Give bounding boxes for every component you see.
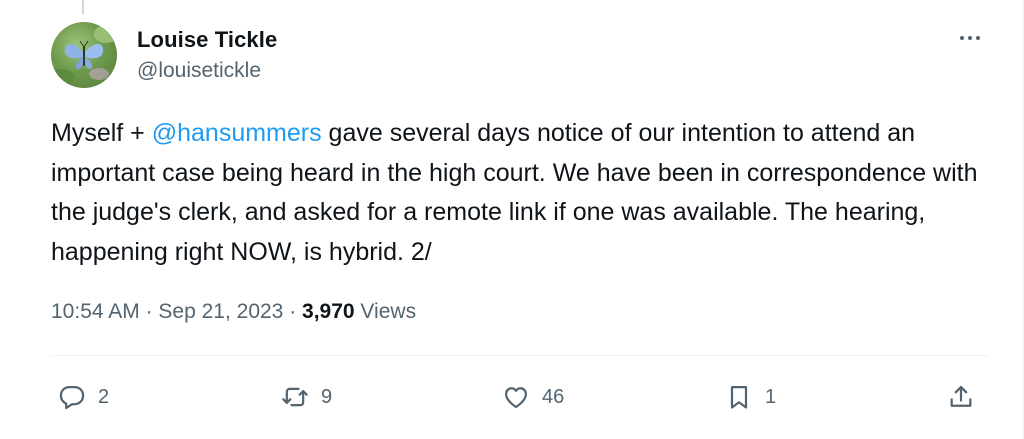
- tweet-text-start: Myself +: [51, 119, 152, 147]
- more-dot-icon: [976, 36, 980, 40]
- tweet-date[interactable]: Sep 21, 2023: [158, 300, 283, 323]
- tweet-meta: 10:54 AM · Sep 21, 2023 · 3,970 Views: [51, 300, 416, 324]
- bookmark-count: 1: [765, 385, 777, 408]
- reply-icon: [59, 385, 85, 410]
- more-dot-icon: [960, 36, 964, 40]
- butterfly-icon: [51, 25, 117, 85]
- tweet-time[interactable]: 10:54 AM: [51, 300, 140, 323]
- retweet-button[interactable]: 9: [281, 377, 332, 417]
- tweet-text: Myself + @hansummers gave several days n…: [51, 114, 1001, 272]
- views-label: Views: [354, 300, 417, 323]
- heart-icon: [504, 387, 528, 409]
- retweet-icon: [282, 387, 308, 407]
- author-handle[interactable]: @louisetickle: [137, 59, 261, 83]
- meta-separator: ·: [283, 300, 303, 323]
- share-icon: [950, 385, 972, 407]
- author-name[interactable]: Louise Tickle: [137, 27, 277, 53]
- more-dot-icon: [968, 36, 972, 40]
- views-count: 3,970: [302, 300, 355, 323]
- more-options-button[interactable]: [952, 26, 988, 50]
- meta-separator: ·: [139, 300, 159, 323]
- share-button[interactable]: [947, 377, 975, 417]
- bookmark-button[interactable]: 1: [725, 377, 776, 417]
- thread-connector-line: [82, 0, 84, 14]
- like-count: 46: [542, 385, 565, 408]
- reply-button[interactable]: 2: [58, 377, 109, 417]
- mention-link[interactable]: @hansummers: [152, 119, 322, 147]
- like-button[interactable]: 46: [502, 377, 564, 417]
- reply-count: 2: [98, 385, 110, 408]
- action-bar: 2 9 46 1: [0, 377, 1024, 417]
- tweet-card: Louise Tickle @louisetickle Myself + @ha…: [0, 0, 1024, 439]
- retweet-count: 9: [321, 385, 333, 408]
- avatar[interactable]: [51, 22, 117, 88]
- divider: [51, 355, 988, 356]
- bookmark-icon: [730, 385, 748, 409]
